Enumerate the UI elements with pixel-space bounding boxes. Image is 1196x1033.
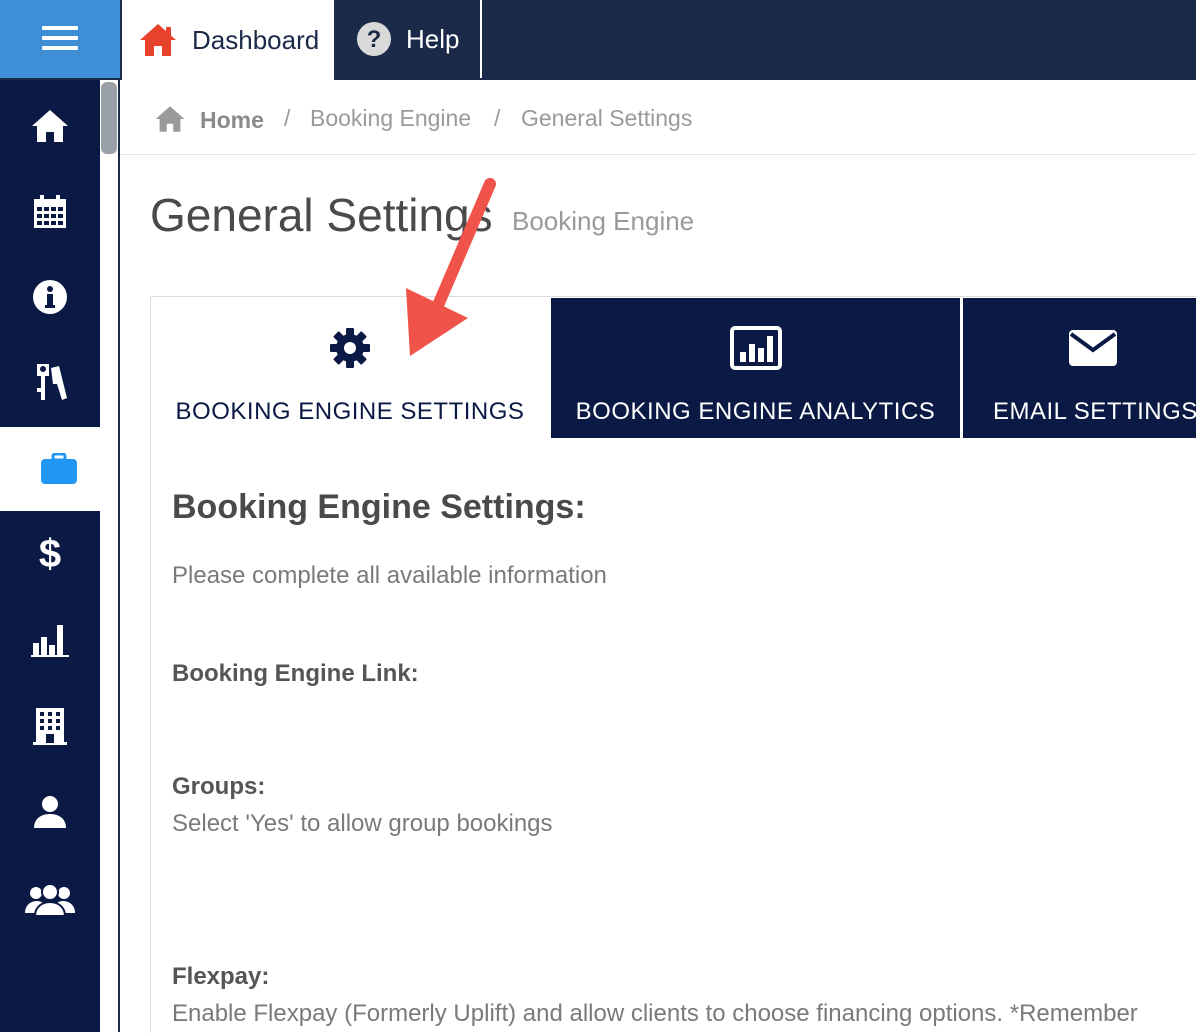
breadcrumb-booking-engine-link[interactable]: Booking Engine — [310, 105, 471, 132]
user-icon — [34, 796, 66, 828]
sidebar-item-reports[interactable] — [0, 598, 100, 682]
tab-label: BOOKING ENGINE SETTINGS — [175, 398, 525, 425]
top-tab-dashboard[interactable]: Dashboard — [122, 0, 334, 80]
flexpay-label: Flexpay: — [172, 963, 270, 990]
breadcrumb-separator: / — [284, 105, 291, 131]
sidebar-item-property[interactable] — [0, 684, 100, 768]
tab-label: EMAIL SETTINGS — [993, 398, 1196, 425]
sidebar-scrollbar[interactable] — [100, 80, 118, 1032]
keys-icon — [37, 364, 67, 400]
briefcase-icon — [41, 453, 77, 484]
home-icon — [32, 110, 68, 142]
section-title: Booking Engine Settings: — [172, 488, 586, 526]
dashboard-label: Dashboard — [192, 24, 320, 55]
sidebar-item-user[interactable] — [0, 770, 100, 854]
breadcrumb-separator: / — [494, 105, 501, 131]
home-icon[interactable] — [154, 104, 186, 134]
annotation-arrow — [406, 178, 496, 356]
top-tab-help[interactable]: ? Help — [338, 0, 482, 78]
breadcrumb-current-page: General Settings — [521, 105, 693, 131]
sidebar-item-bookings[interactable] — [0, 427, 118, 511]
envelope-icon — [1069, 330, 1117, 366]
tab-label: BOOKING ENGINE ANALYTICS — [575, 398, 936, 425]
dollar-icon: $ — [38, 531, 62, 576]
breadcrumb: Home / Booking Engine / General Settings — [120, 82, 1196, 155]
sidebar-item-info[interactable] — [0, 255, 100, 339]
menu-toggle-button[interactable] — [0, 0, 120, 78]
sidebar-item-users[interactable] — [0, 858, 100, 942]
gear-icon — [330, 328, 370, 368]
sidebar-item-home[interactable] — [0, 84, 100, 168]
page-subtitle: Booking Engine — [512, 206, 695, 236]
question-circle-icon: ? — [357, 22, 391, 56]
booking-engine-link-label: Booking Engine Link: — [172, 660, 419, 687]
analytics-chart-icon — [729, 326, 782, 370]
sidebar-item-billing[interactable]: $ — [0, 512, 100, 596]
section-description: Please complete all available informatio… — [172, 562, 607, 589]
tab-email-settings[interactable]: EMAIL SETTINGS — [963, 298, 1196, 438]
hamburger-icon — [42, 26, 78, 30]
sidebar-item-keys[interactable] — [0, 340, 100, 424]
groups-label: Groups: — [172, 773, 266, 800]
tab-booking-engine-analytics[interactable]: BOOKING ENGINE ANALYTICS — [551, 298, 960, 438]
groups-help-text: Select 'Yes' to allow group bookings — [172, 810, 553, 837]
flexpay-help-text: Enable Flexpay (Formerly Uplift) and all… — [172, 1000, 1138, 1027]
home-icon — [140, 24, 176, 56]
help-label: Help — [406, 23, 460, 54]
building-icon — [33, 708, 67, 745]
users-icon — [25, 883, 75, 917]
sidebar-scrollbar-thumb[interactable] — [101, 82, 117, 154]
calendar-icon — [34, 195, 66, 228]
breadcrumb-home-link[interactable]: Home — [200, 107, 264, 134]
info-icon — [33, 280, 67, 314]
svg-text:?: ? — [367, 26, 382, 53]
bar-chart-icon — [31, 625, 69, 657]
sidebar-item-calendar[interactable] — [0, 170, 100, 254]
